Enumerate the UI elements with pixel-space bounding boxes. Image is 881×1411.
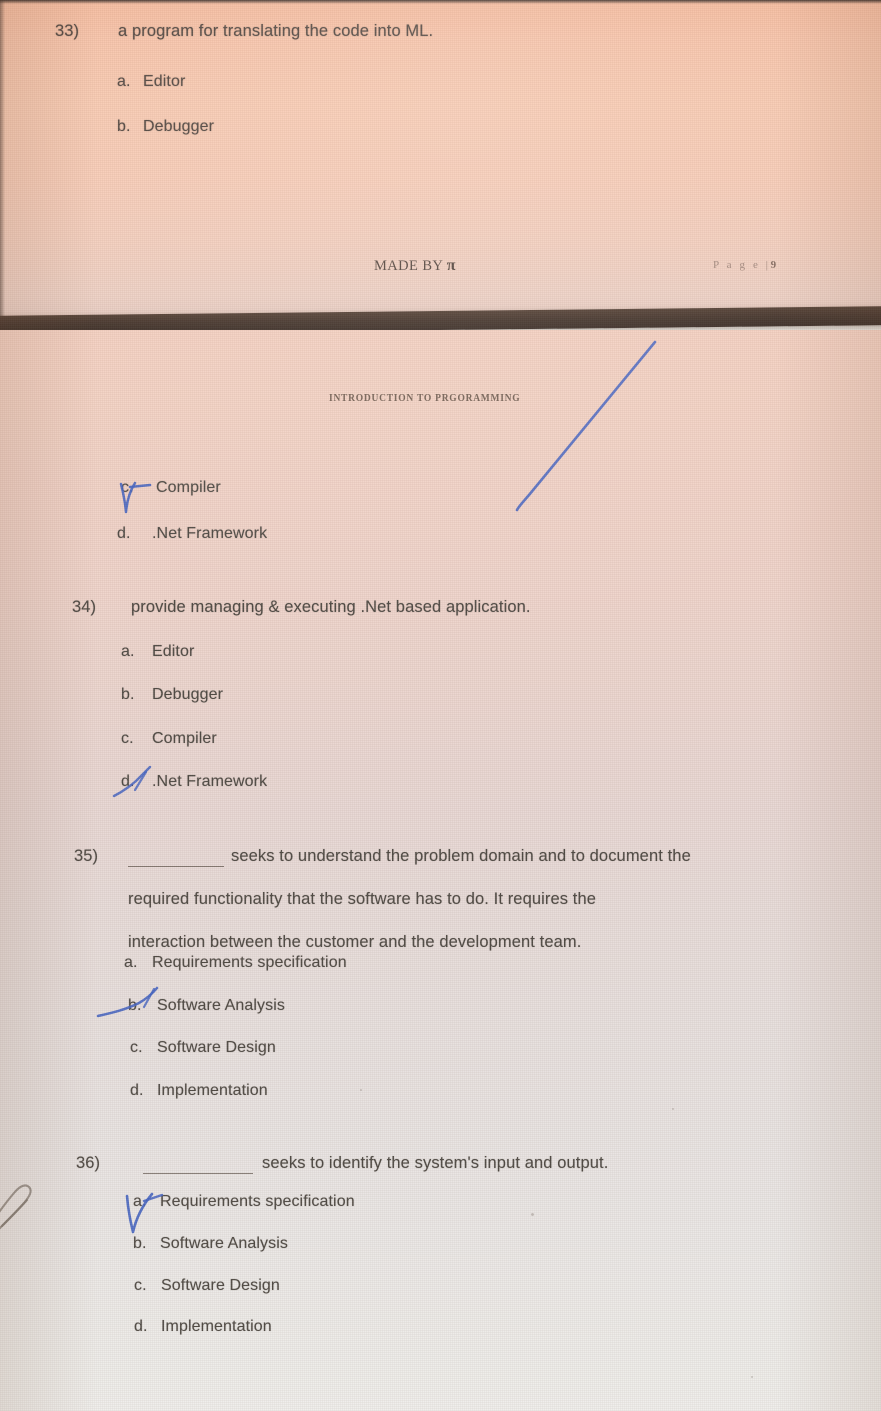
question-36-option-a-label: a. bbox=[133, 1193, 147, 1210]
question-35-prompt-line-2: required functionality that the software… bbox=[128, 890, 597, 908]
question-33-option-b-label: b. bbox=[117, 118, 131, 135]
question-33-option-c-label: c. bbox=[121, 479, 134, 496]
scanned-exam-photo: 33) a program for translating the code i… bbox=[0, 0, 881, 1411]
question-36-option-b-label: b. bbox=[133, 1235, 147, 1252]
question-36-answer-blank[interactable] bbox=[143, 1173, 253, 1174]
footer-credit: MADE BY π bbox=[374, 257, 456, 275]
footer-page-label: P a g e | bbox=[713, 259, 771, 271]
question-36-number: 36) bbox=[76, 1154, 101, 1172]
question-35-number: 35) bbox=[74, 847, 99, 865]
question-33-option-a-text[interactable]: Editor bbox=[143, 73, 185, 91]
question-34-option-a-text[interactable]: Editor bbox=[152, 643, 194, 661]
question-34-option-b-label: b. bbox=[121, 686, 135, 703]
paper-speck bbox=[360, 1089, 362, 1091]
question-33-prompt: a program for translating the code into … bbox=[118, 22, 434, 40]
question-35-option-c-text[interactable]: Software Design bbox=[157, 1039, 276, 1057]
question-34-option-b-text[interactable]: Debugger bbox=[152, 686, 223, 704]
question-35-option-a-label: a. bbox=[124, 954, 138, 971]
question-34-option-d-text[interactable]: .Net Framework bbox=[152, 773, 267, 791]
question-34-option-c-text[interactable]: Compiler bbox=[152, 730, 217, 748]
photo-left-shadow-edge bbox=[0, 0, 5, 322]
question-36-option-a-text[interactable]: Requirements specification bbox=[160, 1193, 355, 1211]
question-35-answer-blank[interactable] bbox=[128, 866, 224, 867]
photo-top-shadow-edge bbox=[0, 0, 881, 4]
footer-page-indicator: P a g e |9 bbox=[713, 259, 776, 271]
question-35-option-a-text[interactable]: Requirements specification bbox=[152, 954, 347, 972]
footer-credit-prefix: MADE BY bbox=[374, 258, 443, 274]
question-36-option-b-text[interactable]: Software Analysis bbox=[160, 1235, 288, 1253]
pi-symbol-icon: π bbox=[446, 257, 456, 274]
question-35-option-d-label: d. bbox=[130, 1082, 144, 1099]
question-35-prompt-line-3: interaction between the customer and the… bbox=[128, 933, 582, 951]
running-header-title: INTRODUCTION TO PRGORAMMING bbox=[329, 393, 521, 405]
question-34-option-d-label: d. bbox=[121, 773, 135, 790]
question-36-prompt-line-1: seeks to identify the system's input and… bbox=[262, 1154, 609, 1172]
question-34-prompt: provide managing & executing .Net based … bbox=[131, 598, 531, 616]
footer-page-number: 9 bbox=[770, 259, 777, 271]
question-35-option-b-text[interactable]: Software Analysis bbox=[157, 997, 285, 1015]
question-33-number: 33) bbox=[55, 22, 80, 40]
question-34-option-c-label: c. bbox=[121, 730, 134, 747]
question-35-option-b-label: b. bbox=[128, 997, 142, 1014]
paper-speck bbox=[531, 1213, 534, 1216]
question-36-option-c-text[interactable]: Software Design bbox=[161, 1277, 280, 1295]
question-36-option-d-label: d. bbox=[134, 1318, 148, 1335]
paper-speck bbox=[672, 1108, 674, 1110]
question-34-number: 34) bbox=[72, 598, 97, 616]
question-33-option-d-text[interactable]: .Net Framework bbox=[152, 525, 267, 543]
question-33-option-a-label: a. bbox=[117, 73, 131, 90]
paper-speck bbox=[751, 1376, 753, 1378]
question-33-option-d-label: d. bbox=[117, 525, 131, 542]
question-35-option-c-label: c. bbox=[130, 1039, 143, 1056]
question-33-option-c-text[interactable]: Compiler bbox=[156, 479, 221, 497]
question-34-option-a-label: a. bbox=[121, 643, 135, 660]
question-33-option-b-text[interactable]: Debugger bbox=[143, 118, 214, 136]
question-35-option-d-text[interactable]: Implementation bbox=[157, 1082, 268, 1100]
question-36-option-c-label: c. bbox=[134, 1277, 147, 1294]
question-36-option-d-text[interactable]: Implementation bbox=[161, 1318, 272, 1336]
question-35-prompt-line-1: seeks to understand the problem domain a… bbox=[231, 847, 691, 865]
